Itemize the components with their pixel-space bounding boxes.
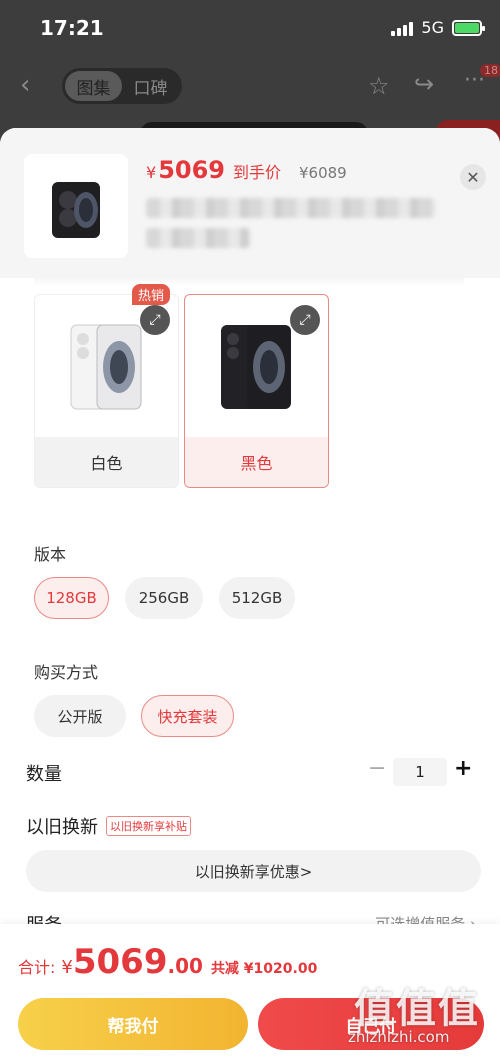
close-button[interactable]: ✕ xyxy=(460,164,486,190)
price-value: 5069 xyxy=(158,156,225,184)
close-icon: ✕ xyxy=(466,167,480,187)
tab-reviews: 口碑 xyxy=(133,78,168,99)
trade-in-title: 以旧换新 xyxy=(26,817,98,838)
notification-badge: 18 xyxy=(480,64,500,77)
total-currency: ¥ xyxy=(61,957,73,978)
status-bar: 17:21 5G xyxy=(0,0,500,56)
sku-sheet: ¥ 5069 到手价 ¥6089 ✕ 热销 ⤢ 白色 ⤢ 黑色 版本 128GB… xyxy=(0,128,500,1058)
quantity-plus-button[interactable]: + xyxy=(454,756,472,781)
expand-icon[interactable]: ⤢ xyxy=(140,305,170,335)
color-option-black[interactable]: ⤢ 黑色 xyxy=(184,294,329,488)
total-saving: 共减 ¥1020.00 xyxy=(210,961,318,977)
price-tag: 到手价 xyxy=(232,163,281,182)
color-option-white[interactable]: ⤢ 白色 xyxy=(34,294,179,488)
signal-icon xyxy=(391,20,414,36)
bottom-bar: 合计: ¥ 5069 .00 共减 ¥1020.00 帮我付 自己付 xyxy=(0,924,500,1058)
price-currency: ¥ xyxy=(146,163,157,182)
product-thumbnail xyxy=(24,154,128,258)
back-icon: ‹ xyxy=(20,70,31,100)
trade-in-badge: 以旧换新享补贴 xyxy=(106,816,191,836)
trade-in-button[interactable]: 以旧换新享优惠> xyxy=(26,850,481,892)
color-label: 黑色 xyxy=(185,437,328,487)
tab-gallery: 图集 xyxy=(65,71,122,101)
price-row: ¥ 5069 到手价 ¥6089 xyxy=(146,156,347,184)
expand-icon[interactable]: ⤢ xyxy=(290,305,320,335)
total-amount: 5069 xyxy=(72,942,168,982)
blurred-title-line xyxy=(146,228,250,248)
purchase-option-fast-charge[interactable]: 快充套装 xyxy=(141,695,234,737)
color-label: 白色 xyxy=(35,437,178,487)
quantity-label: 数量 xyxy=(26,764,62,785)
sheet-header: ¥ 5069 到手价 ¥6089 ✕ xyxy=(0,128,500,278)
version-option-256gb[interactable]: 256GB xyxy=(125,577,203,619)
self-pay-button[interactable]: 自己付 xyxy=(258,998,484,1050)
total-decimal: .00 xyxy=(167,954,203,978)
background-nav: ‹ 图集 口碑 ☆ ↪ ··· 18 xyxy=(0,64,500,106)
blurred-title-line xyxy=(146,198,436,218)
share-icon: ↪ xyxy=(414,70,435,98)
status-icons: 5G xyxy=(391,18,485,37)
hot-badge: 热销 xyxy=(132,284,171,305)
purchase-title: 购买方式 xyxy=(34,663,99,682)
quantity-input[interactable]: 1 xyxy=(393,758,447,786)
total-label: 合计: xyxy=(18,958,56,977)
header-divider xyxy=(34,278,464,286)
purchase-option-public[interactable]: 公开版 xyxy=(34,695,126,737)
star-icon: ☆ xyxy=(368,72,390,100)
total-row: 合计: ¥ 5069 .00 共减 ¥1020.00 xyxy=(18,942,317,982)
original-price: ¥6089 xyxy=(299,164,347,182)
version-option-512gb[interactable]: 512GB xyxy=(219,577,295,619)
background-tabs: 图集 口碑 xyxy=(62,68,182,104)
status-time: 17:21 xyxy=(40,16,104,40)
quantity-minus-button[interactable]: − xyxy=(368,756,386,781)
network-label: 5G xyxy=(421,18,444,37)
help-pay-button[interactable]: 帮我付 xyxy=(18,998,248,1050)
version-title: 版本 xyxy=(34,545,67,564)
battery-icon xyxy=(452,19,485,36)
version-option-128gb[interactable]: 128GB xyxy=(34,577,109,619)
